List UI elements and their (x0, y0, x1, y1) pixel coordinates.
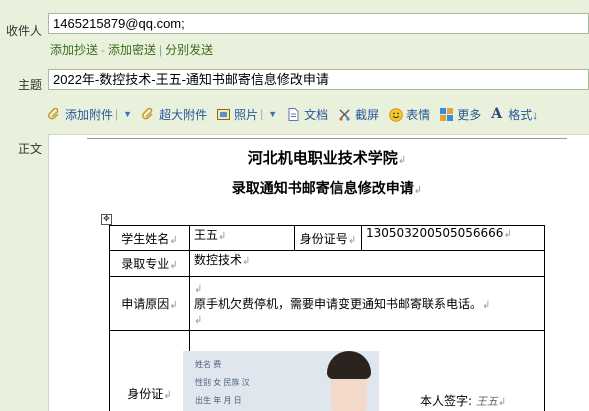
id-card-birth-row: 出生 年 月 日 (195, 395, 242, 406)
more-label: 更多 (457, 106, 481, 123)
body-label: 正文 (0, 140, 42, 157)
chevron-down-icon[interactable]: ▼ (268, 109, 277, 119)
screenshot-label: 截屏 (355, 106, 379, 123)
add-cc-link[interactable]: 添加抄送 (50, 43, 98, 57)
body-editor[interactable]: 河北机电职业技术学院↲ 录取通知书邮寄信息修改申请↲ ✥ 学生姓名↲ 王五↲ 身… (48, 134, 589, 411)
to-value: 1465215879@qq.com; (53, 16, 185, 31)
major-value-cell[interactable]: 数控技术↲ (190, 251, 545, 277)
separate-send-link[interactable]: 分别发送 (165, 43, 213, 57)
id-card-gender-row: 性别 女 民族 汉 (195, 377, 250, 388)
idcard-label-cell: 身份证↲ (110, 331, 190, 411)
image-icon (217, 108, 230, 121)
paperclip-icon (142, 108, 155, 121)
dash-separator: - (101, 43, 105, 57)
reason-value-cell[interactable]: ↲原手机欠费停机，需要申请变更通知书邮寄联系电话。↲↲ (190, 277, 545, 331)
photo-label: 照片 (234, 106, 258, 123)
pipe-separator: | (159, 43, 162, 57)
photo-button[interactable]: 照片| ▼ (217, 106, 277, 123)
to-field[interactable]: 1465215879@qq.com; (48, 13, 589, 34)
page-edge (87, 138, 567, 139)
portrait-hair (327, 351, 371, 379)
to-label: 收件人 (0, 22, 42, 39)
format-label: 格式↓ (508, 106, 538, 123)
major-label-cell: 录取专业↲ (110, 251, 190, 277)
paperclip-icon (48, 108, 61, 121)
id-label-cell: 身份证号↲ (295, 226, 362, 251)
name-label-cell: 学生姓名↲ (110, 226, 190, 251)
document-label: 文档 (304, 106, 328, 123)
add-attachment-label: 添加附件 (65, 106, 113, 123)
compose-toolbar: 添加附件|▼ 超大附件 照片|▼ 文档 截屏 表情 更多 A 格式↓ (48, 104, 548, 124)
document-button[interactable]: 文档 (287, 106, 328, 123)
more-button[interactable]: 更多 (440, 106, 481, 123)
document-icon (287, 108, 300, 121)
name-value-cell[interactable]: 王五↲ (190, 226, 295, 251)
screenshot-button[interactable]: 截屏 (338, 106, 379, 123)
subject-field[interactable]: 2022年-数控技术-王五-通知书邮寄信息修改申请 (48, 69, 589, 90)
big-attachment-button[interactable]: 超大附件 (142, 106, 207, 123)
document-subtitle: 录取通知书邮寄信息修改申请↲ (87, 178, 567, 198)
document: 河北机电职业技术学院↲ 录取通知书邮寄信息修改申请↲ ✥ 学生姓名↲ 王五↲ 身… (87, 135, 567, 411)
signature-label: 本人签字: (420, 394, 472, 408)
font-format-icon: A (491, 108, 504, 121)
add-bcc-link[interactable]: 添加密送 (108, 43, 156, 57)
scissors-icon (338, 108, 351, 121)
emoji-label: 表情 (406, 106, 430, 123)
toolbar-divider: | (260, 107, 263, 121)
id-card-photo: 姓名 费 性别 女 民族 汉 出生 年 月 日 (183, 351, 379, 411)
signature: 本人签字: 王五↲ (420, 392, 506, 409)
format-button[interactable]: A 格式↓ (491, 106, 538, 123)
reason-label-cell: 申请原因↲ (110, 277, 190, 331)
signature-value: 王五 (476, 395, 498, 408)
cc-links: 添加抄送-添加密送|分别发送 (50, 41, 213, 58)
id-card-name-row: 姓名 费 (195, 359, 221, 370)
chevron-down-icon[interactable]: ▼ (123, 109, 132, 119)
table-move-handle[interactable]: ✥ (101, 214, 112, 225)
subject-label: 主题 (0, 76, 42, 93)
document-title: 河北机电职业技术学院↲ (87, 147, 567, 168)
id-value-cell[interactable]: 130503200505056666↲ (362, 226, 545, 251)
big-attachment-label: 超大附件 (159, 106, 207, 123)
smiley-icon (389, 108, 402, 121)
toolbar-divider: | (115, 107, 118, 121)
add-attachment-button[interactable]: 添加附件| ▼ (48, 106, 132, 123)
emoji-button[interactable]: 表情 (389, 106, 430, 123)
grid-icon (440, 108, 453, 121)
subject-value: 2022年-数控技术-王五-通知书邮寄信息修改申请 (53, 72, 329, 87)
